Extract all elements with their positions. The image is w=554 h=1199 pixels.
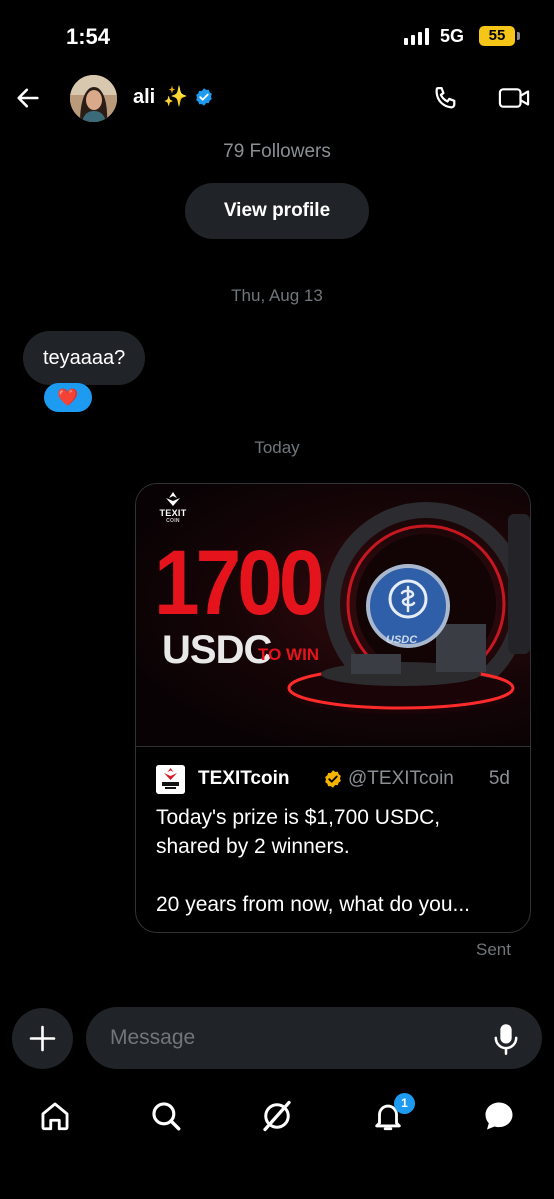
post-body: TEXITcoin @TEXITcoin 5d Today's prize is… (136, 746, 530, 919)
post-author-name[interactable]: TEXITcoin (198, 768, 289, 790)
post-text-line: shared by 2 winners. (156, 835, 350, 858)
video-camera-icon[interactable] (497, 85, 531, 111)
verified-badge-icon (196, 88, 212, 106)
signal-icon (404, 28, 429, 45)
message-bubble-icon (485, 1102, 513, 1130)
avatar[interactable] (70, 75, 117, 122)
nav-grok[interactable] (257, 1096, 297, 1136)
grok-icon (263, 1100, 291, 1132)
nav-messages[interactable] (479, 1096, 519, 1136)
battery-icon: 55 (479, 26, 520, 46)
home-icon (41, 1102, 69, 1131)
post-text-line (156, 861, 510, 890)
bottom-navigation (0, 1086, 554, 1146)
post-author-handle[interactable]: @TEXITcoin (348, 768, 454, 790)
promo-amount: 1700 (154, 532, 324, 635)
microphone-icon[interactable] (492, 1022, 520, 1056)
shared-post-card[interactable]: TEXIT COIN 1700 USDC TO WIN USDC TEXITco… (135, 483, 531, 933)
conversation-header: ali ✨ (0, 70, 554, 126)
texit-logo: TEXIT COIN (159, 508, 187, 524)
post-age: 5d (488, 768, 510, 789)
today-divider: Today (254, 438, 300, 457)
post-header: TEXITcoin @TEXITcoin 5d (156, 765, 510, 794)
search-icon (152, 1102, 181, 1131)
texit-avatar-icon[interactable] (156, 765, 185, 794)
heart-reaction[interactable]: ❤️ (44, 383, 92, 412)
status-bar: 1:54 5G 55 (0, 0, 554, 70)
message-input[interactable] (86, 1007, 542, 1069)
post-image: TEXIT COIN 1700 USDC TO WIN USDC (136, 484, 530, 746)
date-divider: Thu, Aug 13 (231, 286, 323, 305)
nav-home[interactable] (35, 1096, 75, 1136)
view-profile-button[interactable]: View profile (185, 183, 369, 239)
add-attachment-button[interactable] (12, 1008, 73, 1069)
nav-search[interactable] (146, 1096, 186, 1136)
plus-icon (29, 1025, 56, 1052)
back-arrow-icon[interactable] (14, 84, 42, 112)
sent-status: Sent (476, 940, 511, 959)
followers-count: 79 Followers (223, 141, 331, 162)
coin-label: USDC (386, 634, 418, 646)
phone-icon[interactable] (432, 84, 460, 112)
notification-count-badge: 1 (394, 1093, 415, 1114)
status-time: 1:54 (66, 24, 111, 49)
post-text-line: Today's prize is $1,700 USDC, (156, 806, 441, 829)
network-type: 5G (440, 26, 465, 46)
post-text: Today's prize is $1,700 USDC, shared by … (156, 803, 510, 919)
post-text-line: 20 years from now, what do you... (156, 893, 470, 916)
sparkle-emoji: ✨ (163, 86, 188, 108)
promo-suffix: TO WIN (258, 645, 320, 664)
promo-currency: USDC (162, 628, 272, 672)
incoming-message-bubble[interactable]: teyaaaa? (23, 331, 146, 385)
contact-name[interactable]: ali (133, 86, 155, 109)
gold-verified-badge-icon (325, 770, 341, 788)
